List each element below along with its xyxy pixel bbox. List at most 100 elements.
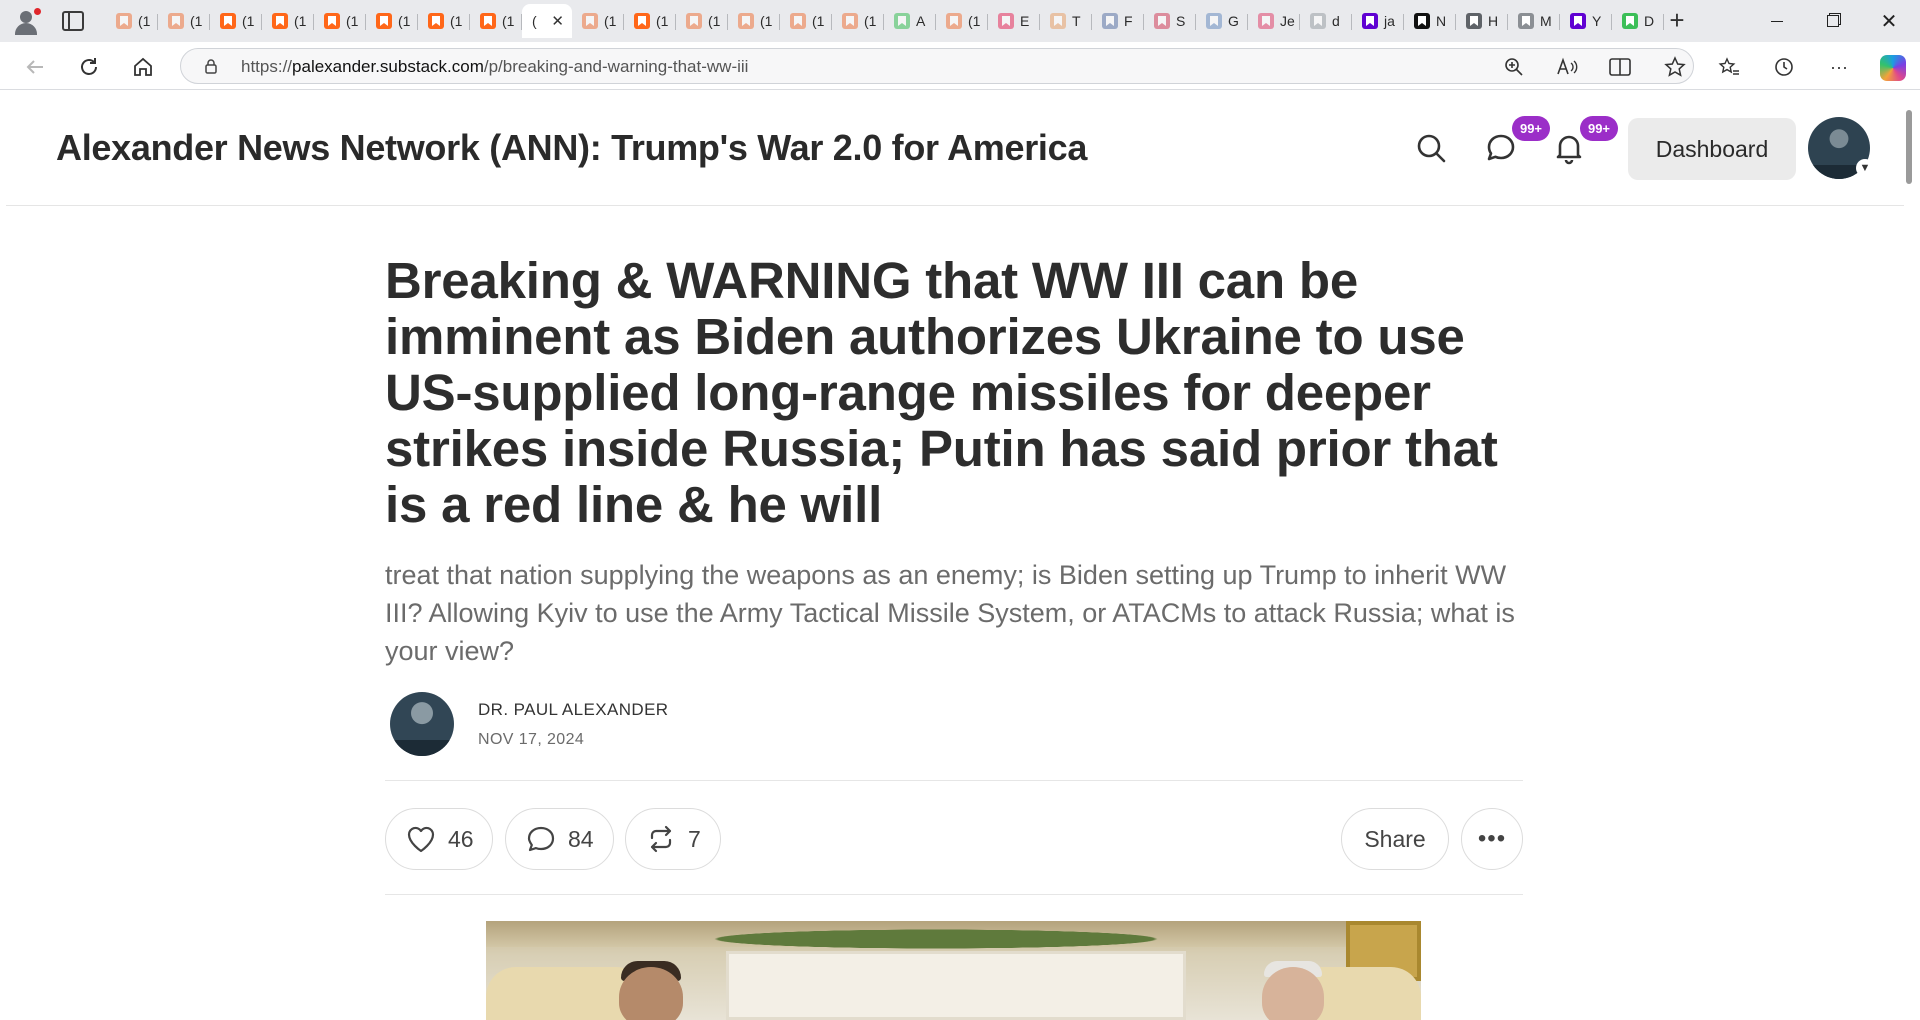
- browser-tab[interactable]: (1: [262, 4, 314, 38]
- browser-tab[interactable]: (1: [366, 4, 418, 38]
- lock-icon[interactable]: [203, 58, 219, 74]
- favorites-icon[interactable]: [1712, 50, 1746, 84]
- immersive-reader-icon[interactable]: [1609, 56, 1631, 78]
- scrollbar[interactable]: [1904, 91, 1920, 1020]
- browser-tab[interactable]: (1: [106, 4, 158, 38]
- tab-label: (: [532, 13, 537, 29]
- address-bar-row: https://palexander.substack.com/p/breaki…: [0, 42, 1920, 90]
- browser-tab[interactable]: (1: [676, 4, 728, 38]
- browser-tab[interactable]: d: [1300, 4, 1352, 38]
- restack-button[interactable]: 7: [625, 808, 721, 870]
- close-tab-icon[interactable]: ✕: [551, 12, 564, 30]
- browser-tab[interactable]: F: [1092, 4, 1144, 38]
- author-name[interactable]: DR. PAUL ALEXANDER: [478, 700, 668, 720]
- tab-favicon-icon: [1310, 13, 1326, 29]
- minimize-button[interactable]: [1750, 0, 1804, 42]
- like-count: 46: [448, 825, 474, 852]
- restack-count: 7: [688, 825, 701, 852]
- chevron-down-icon[interactable]: ▼: [1856, 159, 1874, 177]
- scrollbar-thumb[interactable]: [1906, 110, 1912, 184]
- tab-label: (1: [502, 13, 515, 29]
- tab-favicon-icon: [220, 13, 236, 29]
- browser-tab[interactable]: D: [1612, 4, 1664, 38]
- browser-tab[interactable]: M: [1508, 4, 1560, 38]
- tab-actions-icon[interactable]: [62, 11, 84, 31]
- tab-label: D: [1644, 13, 1655, 29]
- chat-icon[interactable]: [1484, 131, 1518, 165]
- more-options-button[interactable]: •••: [1461, 808, 1523, 870]
- tab-favicon-icon: [1258, 13, 1274, 29]
- browser-tab[interactable]: (1: [470, 4, 522, 38]
- tab-favicon-icon: [1570, 13, 1586, 29]
- tab-label: E: [1020, 13, 1030, 29]
- comment-icon: [527, 826, 555, 852]
- browser-tab[interactable]: E: [988, 4, 1040, 38]
- browser-tab[interactable]: (1: [936, 4, 988, 38]
- browser-tab-strip: (1 (1 (1 (1 (1 (1 (1 (1(✕ (1 (1 (1 (1 (1 (1 A (1 E T F S G Je…: [0, 0, 1920, 42]
- site-header: Alexander News Network (ANN): Trump's Wa…: [6, 91, 1904, 206]
- browser-tab[interactable]: G: [1196, 4, 1248, 38]
- browser-tab[interactable]: (1: [572, 4, 624, 38]
- tab-favicon-icon: [1518, 13, 1534, 29]
- bell-icon[interactable]: [1552, 131, 1586, 165]
- tab-label: (1: [708, 13, 721, 29]
- url-bar[interactable]: https://palexander.substack.com/p/breaki…: [180, 48, 1694, 84]
- tab-favicon-icon: [686, 13, 702, 29]
- browser-tab[interactable]: H: [1456, 4, 1508, 38]
- tab-label: (1: [190, 13, 203, 29]
- active-browser-tab[interactable]: (✕: [522, 4, 572, 38]
- tab-label: (1: [760, 13, 773, 29]
- reload-button[interactable]: [72, 50, 106, 84]
- share-button[interactable]: Share: [1341, 808, 1449, 870]
- author-avatar[interactable]: [390, 692, 454, 756]
- browser-tab[interactable]: Y: [1560, 4, 1612, 38]
- browser-tab[interactable]: (1: [314, 4, 366, 38]
- back-button[interactable]: [18, 50, 52, 84]
- browser-tab[interactable]: (1: [624, 4, 676, 38]
- copilot-icon[interactable]: [1880, 55, 1906, 81]
- post-hero-image[interactable]: [486, 921, 1421, 1020]
- more-menu-icon[interactable]: ···: [1822, 50, 1856, 84]
- new-tab-button[interactable]: +: [1662, 6, 1692, 36]
- notification-badge: 99+: [1580, 116, 1618, 141]
- tab-favicon-icon: [998, 13, 1014, 29]
- tab-label: (1: [968, 13, 981, 29]
- search-icon[interactable]: [1414, 131, 1448, 165]
- tab-label: (1: [812, 13, 825, 29]
- history-icon[interactable]: [1767, 50, 1801, 84]
- browser-tab[interactable]: S: [1144, 4, 1196, 38]
- like-button[interactable]: 46: [385, 808, 493, 870]
- browser-tab[interactable]: (1: [832, 4, 884, 38]
- tab-favicon-icon: [738, 13, 754, 29]
- browser-tab[interactable]: Je: [1248, 4, 1300, 38]
- publication-title[interactable]: Alexander News Network (ANN): Trump's Wa…: [56, 127, 1087, 169]
- tab-label: T: [1072, 13, 1081, 29]
- tab-list: (1 (1 (1 (1 (1 (1 (1 (1(✕ (1 (1 (1 (1 (1 (1 A (1 E T F S G Je…: [106, 4, 1664, 42]
- browser-tab[interactable]: A: [884, 4, 936, 38]
- close-window-button[interactable]: ✕: [1862, 0, 1916, 42]
- home-button[interactable]: [126, 50, 160, 84]
- read-aloud-icon[interactable]: [1556, 56, 1578, 78]
- comment-button[interactable]: 84: [505, 808, 614, 870]
- browser-tab[interactable]: (1: [158, 4, 210, 38]
- profile-icon[interactable]: [12, 8, 41, 36]
- url-text[interactable]: https://palexander.substack.com/p/breaki…: [241, 57, 748, 77]
- url-prefix: https://: [241, 57, 293, 76]
- browser-tab[interactable]: (1: [210, 4, 262, 38]
- tab-favicon-icon: [116, 13, 132, 29]
- restack-icon: [650, 825, 672, 853]
- favorite-star-icon[interactable]: [1664, 56, 1686, 78]
- browser-tab[interactable]: (1: [728, 4, 780, 38]
- maximize-button[interactable]: [1806, 0, 1860, 42]
- divider: [385, 894, 1523, 895]
- browser-tab[interactable]: (1: [780, 4, 832, 38]
- post-subtitle: treat that nation supplying the weapons …: [385, 560, 1515, 666]
- browser-tab[interactable]: (1: [418, 4, 470, 38]
- dashboard-button[interactable]: Dashboard: [1628, 118, 1796, 180]
- browser-tab[interactable]: N: [1404, 4, 1456, 38]
- zoom-icon[interactable]: [1503, 56, 1525, 78]
- browser-tab[interactable]: ja: [1352, 4, 1404, 38]
- tab-label: (1: [398, 13, 411, 29]
- url-path: /p/breaking-and-warning-that-ww-iii: [483, 57, 749, 76]
- browser-tab[interactable]: T: [1040, 4, 1092, 38]
